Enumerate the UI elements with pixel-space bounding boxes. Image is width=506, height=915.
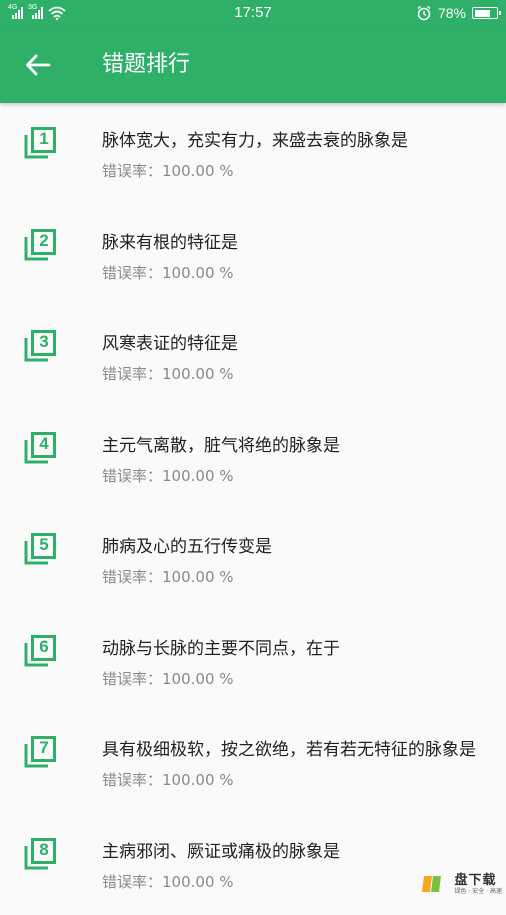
error-rate-value: 100.00 %: [162, 873, 234, 891]
error-rate-label: 错误率：: [102, 467, 162, 485]
battery-fill: [475, 10, 491, 17]
app-bar: 错题排行: [0, 26, 506, 103]
error-rate-label: 错误率：: [102, 365, 162, 383]
rank-badge-icon: 2: [24, 229, 56, 261]
battery-percent: 78%: [438, 5, 466, 21]
arrow-left-icon: [25, 54, 51, 76]
error-rate: 错误率：100.00 %: [102, 770, 234, 790]
rank-badge-icon: 6: [24, 635, 56, 667]
list-item[interactable]: 7 具有极细极软，按之欲绝，若有若无特征的脉象是错误率：100.00 %: [0, 712, 506, 814]
ranking-list: 1脉体宽大，充实有力，来盛去衰的脉象是错误率：100.00 %2脉来有根的特征是…: [0, 103, 506, 915]
question-title: 主病邪闭、厥证或痛极的脉象是: [102, 842, 482, 862]
error-rate: 错误率：100.00 %: [102, 161, 234, 181]
back-button[interactable]: [18, 47, 58, 83]
error-rate-label: 错误率：: [102, 771, 162, 789]
watermark-subtitle: 绿色 · 安全 · 高速: [455, 889, 502, 895]
question-title: 动脉与长脉的主要不同点，在于: [102, 639, 482, 659]
rank-number: 7: [33, 736, 55, 760]
error-rate-value: 100.00 %: [162, 568, 234, 586]
error-rate-label: 错误率：: [102, 568, 162, 586]
question-title: 具有极细极软，按之欲绝，若有若无特征的脉象是: [102, 740, 482, 760]
question-title: 主元气离散，脏气将绝的脉象是: [102, 436, 482, 456]
rank-badge-icon: 1: [24, 127, 56, 159]
page-title: 错题排行: [102, 50, 190, 80]
question-title: 风寒表证的特征是: [102, 334, 482, 354]
rank-number: 8: [33, 838, 55, 862]
alarm-clock-icon: [416, 5, 432, 21]
rank-number: 1: [33, 127, 55, 151]
list-item[interactable]: 1 脉体宽大，充实有力，来盛去衰的脉象是错误率：100.00 %: [0, 103, 506, 205]
error-rate-value: 100.00 %: [162, 771, 234, 789]
error-rate: 错误率：100.00 %: [102, 567, 234, 587]
rank-badge-icon: 5: [24, 533, 56, 565]
error-rate-label: 错误率：: [102, 264, 162, 282]
question-title: 肺病及心的五行传变是: [102, 537, 482, 557]
error-rate: 错误率：100.00 %: [102, 872, 234, 892]
error-rate-value: 100.00 %: [162, 467, 234, 485]
watermark-title: 盘下载: [455, 874, 502, 887]
question-title: 脉体宽大，充实有力，来盛去衰的脉象是: [102, 131, 482, 151]
rank-number: 5: [33, 533, 55, 557]
rank-number: 4: [33, 432, 55, 456]
rank-badge-icon: 3: [24, 330, 56, 362]
rank-badge-icon: 7: [24, 736, 56, 768]
error-rate-value: 100.00 %: [162, 365, 234, 383]
error-rate-value: 100.00 %: [162, 264, 234, 282]
list-item[interactable]: 5 肺病及心的五行传变是错误率：100.00 %: [0, 509, 506, 611]
question-title: 脉来有根的特征是: [102, 233, 482, 253]
rank-number: 3: [33, 330, 55, 354]
error-rate-label: 错误率：: [102, 873, 162, 891]
error-rate: 错误率：100.00 %: [102, 364, 234, 384]
rank-number: 2: [33, 229, 55, 253]
error-rate-value: 100.00 %: [162, 670, 234, 688]
rank-number: 6: [33, 635, 55, 659]
error-rate-label: 错误率：: [102, 670, 162, 688]
list-item[interactable]: 6 动脉与长脉的主要不同点，在于错误率：100.00 %: [0, 611, 506, 713]
status-right-group: 78%: [416, 4, 498, 22]
error-rate-label: 错误率：: [102, 162, 162, 180]
status-bar: 4G 3G 17:57: [0, 0, 506, 26]
error-rate: 错误率：100.00 %: [102, 669, 234, 689]
list-item[interactable]: 4 主元气离散，脏气将绝的脉象是错误率：100.00 %: [0, 408, 506, 510]
error-rate: 错误率：100.00 %: [102, 466, 234, 486]
rank-badge-icon: 8: [24, 838, 56, 870]
battery-icon: [472, 7, 498, 19]
watermark-logo-icon: [422, 872, 452, 896]
list-item[interactable]: 3 风寒表证的特征是错误率：100.00 %: [0, 306, 506, 408]
error-rate: 错误率：100.00 %: [102, 263, 234, 283]
error-rate-value: 100.00 %: [162, 162, 234, 180]
rank-badge-icon: 4: [24, 432, 56, 464]
watermark: 盘下载 绿色 · 安全 · 高速: [422, 872, 502, 896]
list-item[interactable]: 2 脉来有根的特征是错误率：100.00 %: [0, 205, 506, 307]
